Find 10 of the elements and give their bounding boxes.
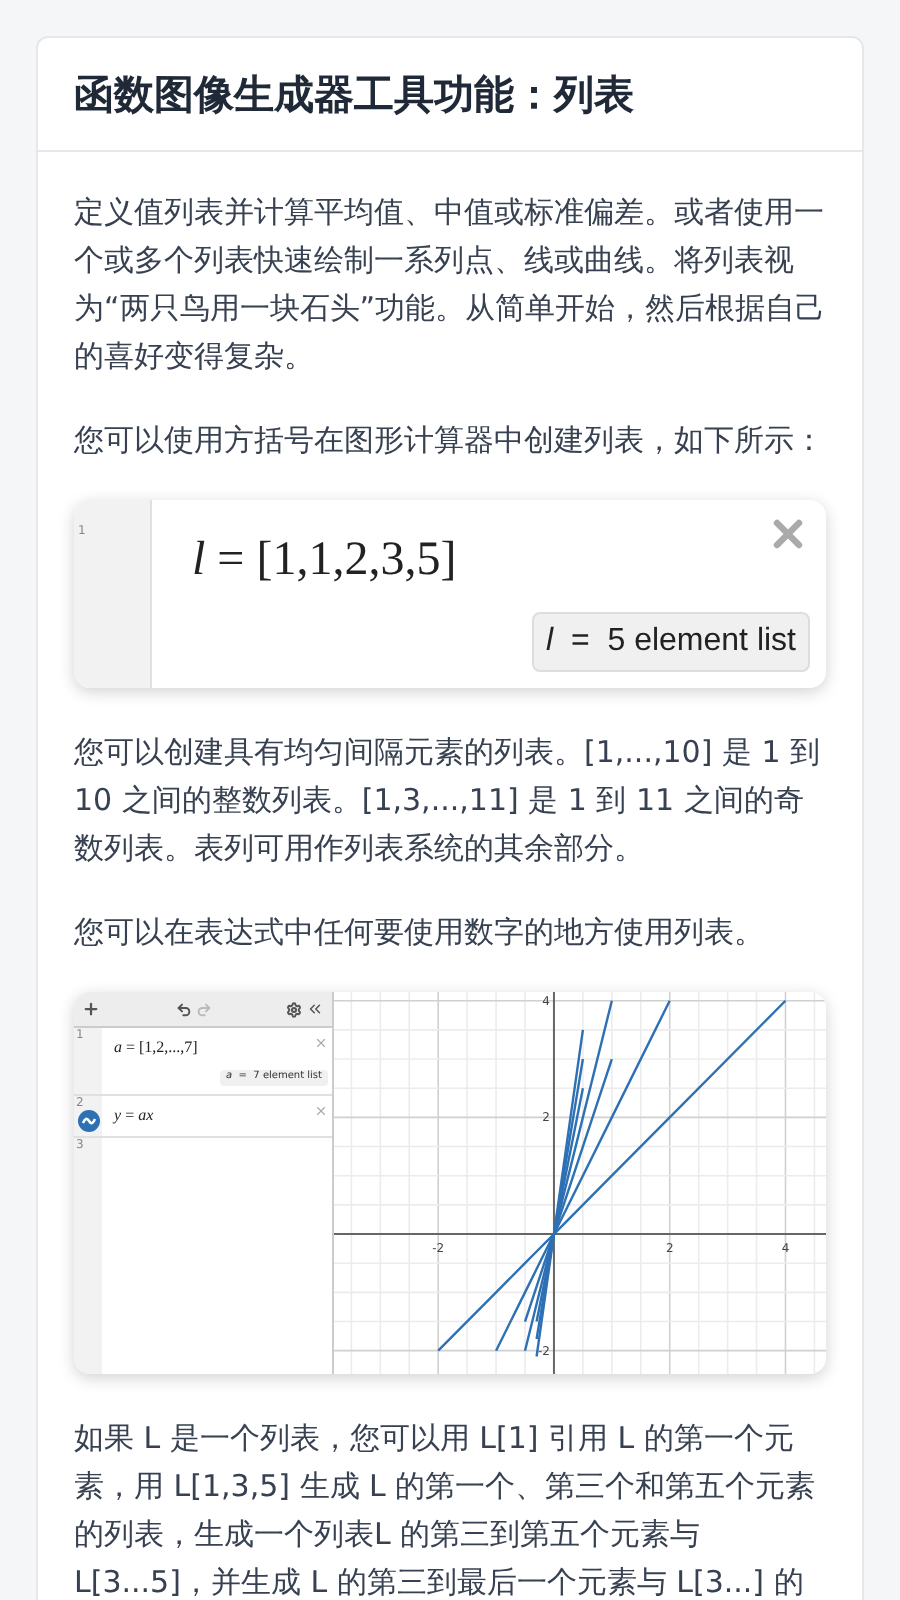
paragraph: 您可以在表达式中任何要使用数字的地方使用列表。 [74, 912, 766, 954]
result-badge: l = 5 element list [532, 612, 810, 672]
article-title: 函数图像生成器工具功能：列表 [74, 68, 636, 122]
paragraph: 您可以使用方括号在图形计算器中创建列表，如下所示： [74, 420, 826, 462]
paragraph: 您可以创建具有均匀间隔元素的列表。[1,...,10] 是 1 到 10 之间的整数列表。[1,3,...,11] 是 1 到 11 之间的奇数列表。表列可用作列表系统的其余部分。 [74, 732, 823, 870]
math-expression: l = [1,1,2,3,5] [192, 532, 457, 590]
paragraph: 如果 L 是一个列表，您可以用 L[1] 引用 L 的第一个元素，用 L[1,3,5] 生成 L 的第一个、第三个和第五个元素的列表，生成一个列表L 的第三到第五个元素与 L[3...5]，并生成 L 的第三到最后一个元素与 L[3...] 的 [74, 1418, 818, 1600]
math-expression: a = [1,2,...,7] [114, 1036, 198, 1060]
math-expression: y = ax [114, 1103, 154, 1127]
paragraph: 定义值列表并计算平均值、中值或标准偏差。或者使用一个或多个列表快速绘制一系列点、线或曲线。将列表视为“两只鸟用一块石头”功能。从简单开始，然后根据自己的喜好变得复杂。 [74, 192, 826, 378]
